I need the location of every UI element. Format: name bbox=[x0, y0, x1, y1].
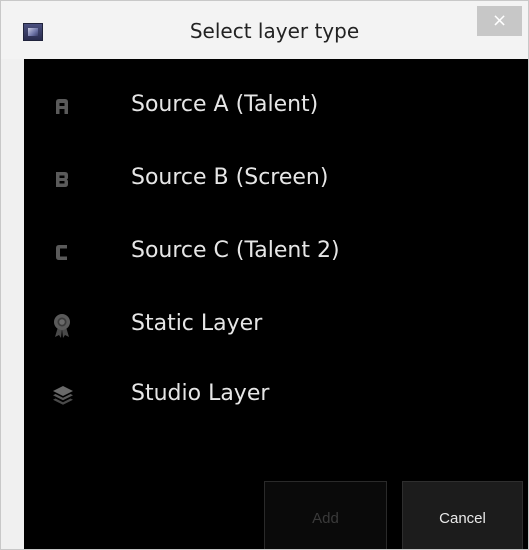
source-a-icon bbox=[52, 94, 72, 118]
layer-label-source-c: Source C (Talent 2) bbox=[131, 238, 340, 263]
layer-item-source-b[interactable]: Source B (Screen) bbox=[24, 149, 528, 209]
layer-label-source-b: Source B (Screen) bbox=[131, 165, 329, 190]
close-button[interactable]: × bbox=[477, 6, 522, 36]
ribbon-icon bbox=[52, 313, 72, 338]
title-bar: Select layer type × bbox=[1, 1, 528, 59]
layer-label-studio: Studio Layer bbox=[131, 381, 270, 406]
layer-item-source-c[interactable]: Source C (Talent 2) bbox=[24, 222, 528, 282]
dialog-title: Select layer type bbox=[189, 19, 360, 43]
layer-item-source-a[interactable]: Source A (Talent) bbox=[24, 76, 528, 136]
source-b-icon bbox=[52, 167, 72, 191]
cancel-button[interactable]: Cancel bbox=[402, 481, 523, 549]
add-button[interactable]: Add bbox=[264, 481, 387, 549]
layer-type-list: Source A (Talent) Source B (Screen) Sour… bbox=[24, 59, 528, 549]
layer-item-static[interactable]: Static Layer bbox=[24, 295, 528, 355]
layer-item-studio[interactable]: Studio Layer bbox=[24, 365, 528, 425]
source-c-icon bbox=[52, 240, 72, 264]
layers-stack-icon bbox=[52, 383, 73, 407]
layer-label-static: Static Layer bbox=[131, 311, 263, 336]
select-layer-dialog: Select layer type × Source A (Talent) So… bbox=[0, 0, 529, 550]
layer-label-source-a: Source A (Talent) bbox=[131, 92, 319, 117]
